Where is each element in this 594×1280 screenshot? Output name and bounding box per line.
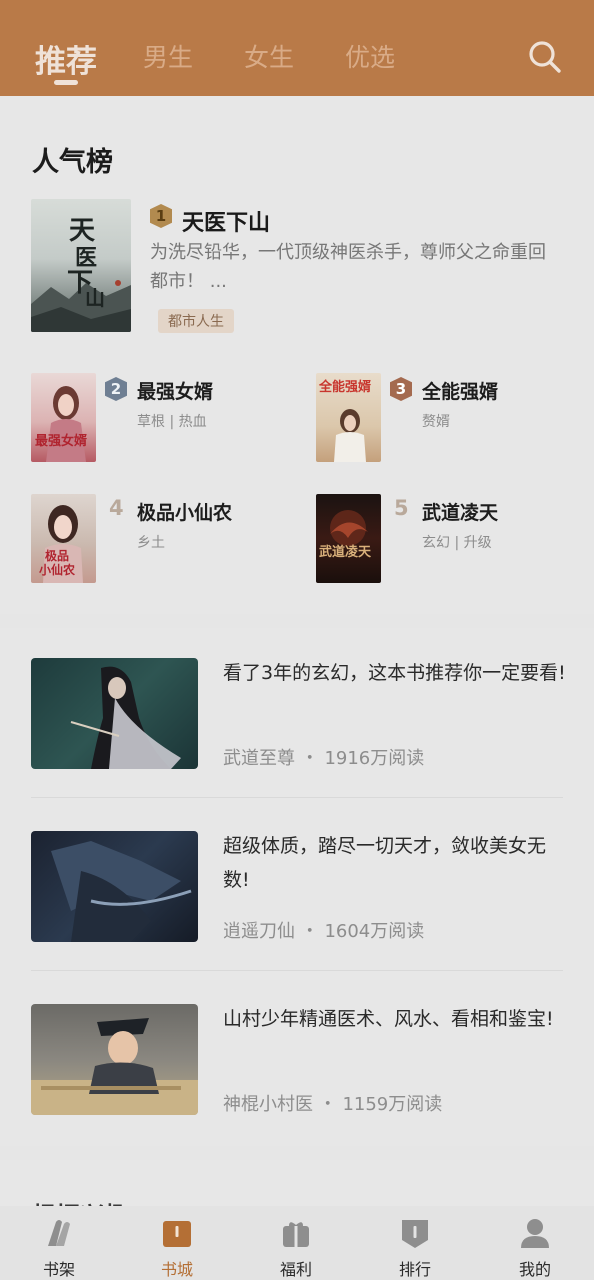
article-thumbnail[interactable] [31, 1004, 198, 1115]
svg-text:最强女婿: 最强女婿 [35, 433, 88, 449]
tab-selected[interactable]: 优选 [345, 38, 395, 74]
meta-separator: ・ [295, 921, 325, 942]
profile-icon [521, 1219, 549, 1248]
article-title[interactable]: 看了3年的玄幻，这本书推荐你一定要看! [223, 656, 568, 690]
book-tags: 乡土 [137, 535, 165, 551]
nav-item-profile[interactable]: 我的 [476, 1206, 594, 1280]
cover-art: 武道凌天 [319, 510, 372, 560]
recommendation-section: 看了3年的玄幻，这本书推荐你一定要看! 武道至尊 ・ 1916万阅读 超级体质，… [0, 628, 594, 1146]
bottom-navigation: 书架 书城 福利 排行 我的 [0, 1206, 594, 1280]
bookstore-icon [163, 1221, 191, 1247]
meta-separator: ・ [295, 748, 325, 769]
nav-label: 书城 [160, 1260, 193, 1279]
read-count: 1604万阅读 [324, 921, 425, 942]
tab-recommend[interactable]: 推荐 [35, 36, 97, 81]
rank-badge-2: 2 [105, 377, 127, 401]
book-name[interactable]: 逍遥刀仙 [223, 921, 295, 942]
book-name[interactable]: 武道至尊 [223, 748, 295, 769]
thumbnail-art [70, 666, 181, 769]
book-title[interactable]: 武道凌天 [422, 498, 498, 525]
read-count: 1916万阅读 [324, 748, 425, 769]
bookshelf-icon [48, 1220, 70, 1246]
book-tags: 玄幻 | 升级 [422, 535, 492, 551]
rank-badge-1: 1 [150, 204, 172, 228]
book-name[interactable]: 神棍小村医 [223, 1094, 313, 1115]
svg-text:小仙农: 小仙农 [39, 562, 75, 577]
popularity-ranking-section: 人气榜 天 医 下 山 1 天医下山 为洗尽铅华，一代顶级神医杀手，尊师父之命重… [0, 96, 594, 614]
book-cover[interactable]: 全能强婿 [316, 373, 381, 462]
nav-label: 福利 [279, 1260, 312, 1279]
book-title[interactable]: 极品小仙农 [137, 498, 232, 525]
svg-text:极品: 极品 [45, 548, 69, 563]
nav-item-welfare[interactable]: 福利 [237, 1206, 355, 1280]
book-cover[interactable]: 武道凌天 [316, 494, 381, 583]
cover-art: 最强女婿 [35, 386, 88, 462]
thumbnail-art [31, 1018, 198, 1115]
cover-art: 全能强婿 [318, 379, 372, 462]
divider [31, 970, 563, 971]
tab-female[interactable]: 女生 [244, 38, 294, 74]
article-title[interactable]: 山村少年精通医术、风水、看相和鉴宝! [223, 1002, 568, 1036]
article-meta: 逍遥刀仙 ・ 1604万阅读 [223, 917, 424, 943]
divider [31, 797, 563, 798]
rank-badge-3: 3 [390, 377, 412, 401]
thumbnail-art [51, 841, 192, 942]
book-description: 为洗尽铅华，一代顶级神医杀手，尊师父之命重回都市！ ... [150, 242, 546, 292]
tab-male[interactable]: 男生 [143, 38, 193, 74]
nav-label: 排行 [398, 1260, 431, 1279]
svg-text:武道凌天: 武道凌天 [319, 544, 372, 560]
article-meta: 武道至尊 ・ 1916万阅读 [223, 744, 424, 770]
meta-separator: ・ [313, 1094, 343, 1115]
book-cover[interactable]: 最强女婿 [31, 373, 96, 462]
gift-icon [283, 1222, 309, 1247]
genre-tag[interactable]: 都市人生 [158, 309, 234, 333]
nav-item-ranking[interactable]: 排行 [356, 1206, 474, 1280]
book-title[interactable]: 全能强婿 [422, 377, 498, 404]
nav-label: 我的 [518, 1260, 551, 1279]
active-tab-indicator [54, 80, 78, 85]
rank-number-4: 4 [109, 496, 124, 520]
section-title: 人气榜 [32, 147, 113, 178]
article-thumbnail[interactable] [31, 831, 198, 942]
top-header: 推荐 男生 女生 优选 [0, 0, 594, 96]
book-tags: 草根 | 热血 [137, 414, 207, 430]
ranking-icon [402, 1220, 428, 1248]
book-cover[interactable]: 极品 小仙农 [31, 494, 96, 583]
book-title[interactable]: 天医下山 [182, 205, 270, 237]
cover-art: 极品 小仙农 [39, 505, 83, 583]
rank-number-5: 5 [394, 496, 409, 520]
cover-art: 天 医 下 山 [31, 216, 131, 332]
book-cover[interactable]: 天 医 下 山 [31, 199, 131, 332]
svg-text:山: 山 [85, 286, 105, 310]
article-title[interactable]: 超级体质，踏尽一切天才，敛收美女无数! [223, 829, 568, 897]
article-thumbnail[interactable] [31, 658, 198, 769]
svg-text:全能强婿: 全能强婿 [318, 379, 372, 395]
nav-item-bookstore[interactable]: 书城 [118, 1206, 236, 1280]
nav-label: 书架 [42, 1260, 75, 1279]
svg-text:天: 天 [69, 216, 95, 246]
book-title[interactable]: 最强女婿 [137, 377, 213, 404]
book-tags: 赘婿 [422, 414, 450, 430]
read-count: 1159万阅读 [342, 1094, 443, 1115]
search-icon[interactable] [526, 38, 562, 74]
article-meta: 神棍小村医 ・ 1159万阅读 [223, 1090, 442, 1116]
nav-item-bookshelf[interactable]: 书架 [0, 1206, 118, 1280]
